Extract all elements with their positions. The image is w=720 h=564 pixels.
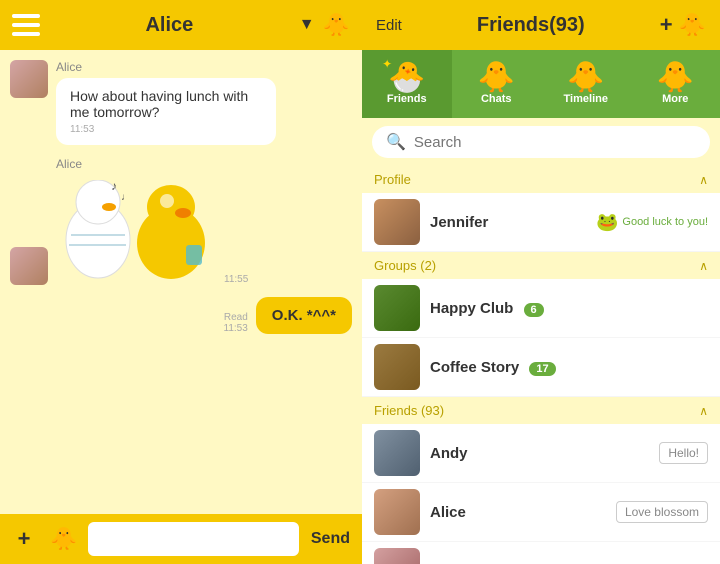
andy-avatar: [374, 430, 420, 476]
timeline-tab-duck-icon: 🐥: [567, 63, 604, 93]
sticker-image: ♪ ♩: [56, 175, 216, 285]
andy-info: Andy: [420, 445, 659, 462]
search-icon: 🔍: [386, 132, 406, 152]
tab-chats-label: Chats: [481, 93, 512, 105]
right-header: Edit Friends(93) + 🐥: [362, 0, 720, 50]
outgoing-bubble: O.K. *^^*: [256, 297, 352, 334]
search-input[interactable]: [414, 134, 696, 151]
frog-sticker-icon: 🐸: [596, 212, 618, 233]
alice-avatar: [374, 489, 420, 535]
outgoing-message-row: Read 11:53 O.K. *^^*: [10, 297, 352, 334]
send-button[interactable]: Send: [307, 530, 354, 548]
add-friend-button[interactable]: +: [660, 12, 673, 38]
tab-more[interactable]: 🐥 More: [631, 50, 720, 118]
coffee-story-info: Coffee Story 17: [420, 359, 708, 376]
star-icon: ✦: [382, 57, 392, 71]
tab-more-label: More: [662, 93, 688, 105]
nav-tabs: 🐣 ✦ Friends 🐥 Chats 🐥 Timeline 🐥 More: [362, 50, 720, 118]
plus-icon: +: [18, 526, 31, 552]
friends-section-header[interactable]: Friends (93) ∧: [362, 397, 720, 424]
tab-friends[interactable]: 🐣 ✦ Friends: [362, 50, 452, 118]
profile-avatar-icon[interactable]: 🐥: [323, 12, 350, 38]
tab-chats[interactable]: 🐥 Chats: [452, 50, 542, 118]
sticker-sender: Alice: [56, 157, 216, 171]
right-profile-icon[interactable]: 🐥: [679, 12, 706, 38]
dropdown-icon[interactable]: ▼: [299, 16, 315, 34]
sticker-icon: 🐥: [50, 526, 77, 552]
coffee-story-name: Coffee Story 17: [430, 359, 708, 376]
sticker-row: Alice ♪ ♩: [10, 157, 352, 285]
andy-action[interactable]: Hello!: [659, 442, 708, 464]
avatar: [10, 60, 48, 98]
chats-tab-duck-icon: 🐥: [478, 63, 515, 93]
groups-section-header[interactable]: Groups (2) ∧: [362, 252, 720, 279]
sticker-button[interactable]: 🐥: [48, 523, 80, 555]
message-time: 11:53: [70, 124, 262, 135]
list-item[interactable]: Andy Hello!: [362, 424, 720, 483]
bella-avatar: [374, 548, 420, 564]
white-duck-svg: ♪ ♩: [61, 180, 136, 280]
friends-collapse-icon[interactable]: ∧: [699, 404, 708, 418]
list-item[interactable]: Bella: [362, 542, 720, 564]
svg-text:♪: ♪: [111, 180, 117, 193]
groups-section-label: Groups (2): [374, 258, 436, 273]
groups-collapse-icon[interactable]: ∧: [699, 259, 708, 273]
jennifer-action: Good luck to you!: [622, 216, 708, 228]
right-header-icons: + 🐥: [660, 12, 706, 38]
alice-name: Alice: [430, 504, 616, 521]
friends-section-label: Friends (93): [374, 403, 444, 418]
outgoing-text: O.K. *^^*: [272, 307, 336, 324]
list-item[interactable]: Happy Club 6: [362, 279, 720, 338]
profile-collapse-icon[interactable]: ∧: [699, 173, 708, 187]
jennifer-info: Jennifer: [420, 214, 596, 231]
happy-club-badge: 6: [524, 303, 544, 317]
andy-name: Andy: [430, 445, 659, 462]
happy-club-avatar: [374, 285, 420, 331]
tab-timeline-label: Timeline: [564, 93, 608, 105]
yellow-duck-svg: [131, 185, 211, 280]
add-button[interactable]: +: [8, 523, 40, 555]
left-header: Alice ▼ 🐥: [0, 0, 362, 50]
happy-club-info: Happy Club 6: [420, 300, 708, 317]
coffee-story-badge: 17: [529, 362, 555, 376]
jennifer-name: Jennifer: [430, 214, 596, 231]
chat-messages: Alice How about having lunch with me tom…: [0, 50, 362, 514]
friends-tab-duck-icon: 🐣: [388, 61, 425, 94]
search-input-wrap: 🔍: [372, 126, 710, 158]
sticker-time: 11:55: [224, 274, 248, 285]
list-item[interactable]: Jennifer 🐸 Good luck to you!: [362, 193, 720, 252]
svg-text:♩: ♩: [121, 192, 131, 203]
tab-friends-label: Friends: [387, 93, 427, 105]
avatar: [10, 247, 48, 285]
jennifer-avatar: [374, 199, 420, 245]
tab-timeline[interactable]: 🐥 Timeline: [541, 50, 631, 118]
sender-name: Alice: [56, 60, 276, 74]
message-bubble: How about having lunch with me tomorrow?…: [56, 78, 276, 145]
message-text: How about having lunch with me tomorrow?: [70, 88, 248, 120]
search-bar: 🔍: [362, 118, 720, 166]
alice-info: Alice: [420, 504, 616, 521]
message-row: Alice How about having lunch with me tom…: [10, 60, 352, 145]
edit-button[interactable]: Edit: [376, 17, 402, 34]
message-col: Alice How about having lunch with me tom…: [56, 60, 276, 145]
hamburger-icon[interactable]: [12, 14, 40, 36]
sticker-col: Alice ♪ ♩: [56, 157, 216, 285]
friends-title: Friends(93): [477, 14, 585, 37]
message-input[interactable]: [88, 522, 299, 556]
read-status: Read 11:53: [224, 312, 248, 334]
left-footer: + 🐥 Send: [0, 514, 362, 564]
header-right-icons: ▼ 🐥: [299, 12, 350, 38]
list-item[interactable]: Alice Love blossom: [362, 483, 720, 542]
profile-section-label: Profile: [374, 172, 411, 187]
profile-section-header[interactable]: Profile ∧: [362, 166, 720, 193]
more-tab-duck-icon: 🐥: [657, 63, 694, 93]
alice-action[interactable]: Love blossom: [616, 501, 708, 523]
left-panel: Alice ▼ 🐥 Alice How about having lunch w…: [0, 0, 362, 564]
happy-club-name: Happy Club 6: [430, 300, 708, 317]
list-item[interactable]: Coffee Story 17: [362, 338, 720, 397]
coffee-story-avatar: [374, 344, 420, 390]
chat-title: Alice: [145, 14, 193, 37]
right-panel: Edit Friends(93) + 🐥 🐣 ✦ Friends 🐥 Chats…: [362, 0, 720, 564]
friends-list: Profile ∧ Jennifer 🐸 Good luck to you! G…: [362, 166, 720, 564]
